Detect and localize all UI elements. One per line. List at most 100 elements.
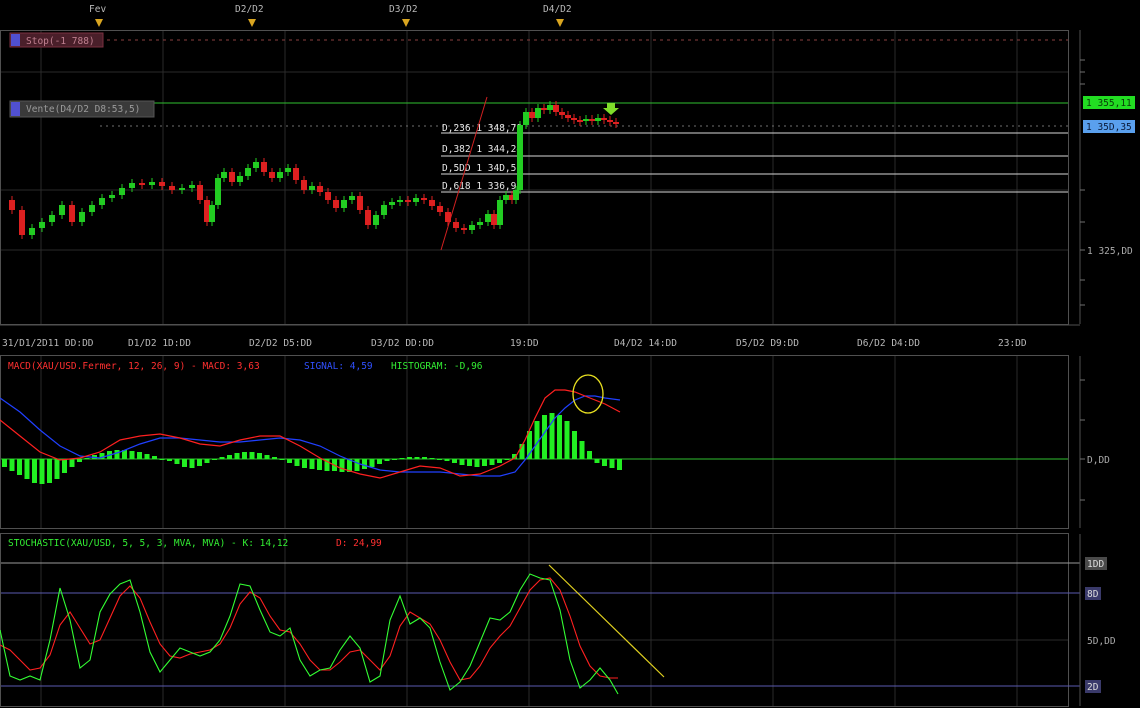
candle-body <box>373 215 379 225</box>
candle-body <box>269 172 275 178</box>
date-marker-triangle-icon[interactable] <box>248 19 256 27</box>
histogram-bar <box>182 459 187 467</box>
candle-body <box>357 196 363 210</box>
date-marker-label: D4/D2 <box>543 4 572 15</box>
date-marker-triangle-icon[interactable] <box>556 19 564 27</box>
order-handle-icon[interactable] <box>11 34 20 46</box>
candle-body <box>571 118 577 120</box>
histogram-bar <box>444 459 450 461</box>
candle-body <box>437 206 443 212</box>
macd-signal-label: SIGNAL: 4,59 <box>304 361 373 372</box>
candle-body <box>461 228 467 230</box>
candle-body <box>229 172 235 182</box>
histogram-bar <box>159 459 165 460</box>
macd-panel[interactable]: MACD(XAU/USD.Fermer, 12, 26, 9) - MACD: … <box>0 355 1110 529</box>
candle-body <box>197 185 203 200</box>
date-marker-strip: Fev D2/D2 D3/D2 D4/D2 <box>89 4 572 27</box>
histogram-bar <box>197 459 202 466</box>
histogram-bar <box>32 459 37 483</box>
stochastic-panel-frame <box>0 533 1069 707</box>
candle-body <box>69 205 75 222</box>
candle-body <box>189 185 195 188</box>
histogram-bar <box>354 459 360 471</box>
histogram-bar <box>369 459 375 467</box>
histogram-bar <box>294 459 300 466</box>
price-axis[interactable]: 1 355,11 1 35D,35 1 325,DD <box>1080 59 1135 306</box>
candle-body <box>89 205 95 212</box>
histogram-bar <box>272 457 277 459</box>
histogram-bar <box>249 452 255 459</box>
candle-body <box>547 105 553 110</box>
histogram-bar <box>279 459 285 460</box>
histogram-bar <box>257 453 262 459</box>
candle-body <box>277 172 283 178</box>
histogram-bar <box>399 458 405 459</box>
candle-body <box>445 212 451 222</box>
candle-body <box>583 119 589 121</box>
histogram-bar <box>467 459 472 466</box>
histogram-bar <box>39 459 45 484</box>
candle-body <box>553 105 559 112</box>
histogram-bar <box>77 459 82 462</box>
histogram-bar <box>407 457 412 459</box>
fib-level-label: D,618 1 336,9D <box>442 181 522 192</box>
histogram-bar <box>264 455 270 459</box>
candle-body <box>159 182 165 186</box>
candle-body <box>613 122 619 124</box>
histogram-bar <box>362 459 367 469</box>
candle-body <box>413 198 419 202</box>
order-handle-icon[interactable] <box>11 102 20 116</box>
date-marker-triangle-icon[interactable] <box>402 19 410 27</box>
candle-body <box>9 200 15 210</box>
candle-body <box>79 212 85 222</box>
fib-level-label: D,382 1 344,24 <box>442 144 522 155</box>
candle-body <box>601 118 607 120</box>
candle-body <box>503 195 509 200</box>
histogram-bar <box>129 451 135 459</box>
histogram-bar <box>219 457 225 459</box>
histogram-bar <box>174 459 180 464</box>
stop-order-tag[interactable]: Stop(-1 788) <box>9 32 104 48</box>
histogram-bar <box>594 459 600 463</box>
histogram-bar <box>317 459 322 470</box>
candle-body <box>109 195 115 198</box>
date-marker-label: D3/D2 <box>389 4 418 15</box>
histogram-bar <box>227 455 232 459</box>
histogram-bar <box>609 459 615 468</box>
candle-body <box>301 180 307 190</box>
histogram-bar <box>489 459 495 465</box>
fib-level-label: D,236 1 348,78 <box>442 123 522 134</box>
candle-body <box>559 112 565 115</box>
stochastic-level-label: 5D,DD <box>1087 636 1116 647</box>
current-price-label: 1 355,11 <box>1086 98 1132 109</box>
price-panel[interactable]: Stop(-1 788) Vente(D4/D2 D8:53,5) D,236 … <box>0 30 1081 325</box>
sell-order-tag[interactable]: Vente(D4/D2 D8:53,5) <box>9 100 155 118</box>
stop-order-label: Stop(-1 788) <box>26 36 95 47</box>
histogram-bar <box>69 459 75 467</box>
trading-chart[interactable]: Fev D2/D2 D3/D2 D4/D2 Stop(-1 788) Vente… <box>0 0 1140 708</box>
stochastic-panel[interactable]: STOCHASTIC(XAU/USD, 5, 5, 3, MVA, MVA) -… <box>0 533 1116 707</box>
histogram-bar <box>84 458 90 459</box>
candle-body <box>169 186 175 190</box>
histogram-bar <box>309 459 315 469</box>
time-axis[interactable]: 31/D1/2D11 DD:DD D1/D2 1D:DD D2/D2 D5:DD… <box>0 324 1080 349</box>
time-axis-label: D1/D2 1D:DD <box>128 338 191 349</box>
candle-body <box>349 196 355 200</box>
candle-body <box>577 120 583 122</box>
macd-title: MACD(XAU/USD.Fermer, 12, 26, 9) - MACD: … <box>8 361 260 372</box>
candle-body <box>497 200 503 225</box>
date-marker-label: D2/D2 <box>235 4 264 15</box>
stochastic-level-label: 1DD <box>1087 559 1104 570</box>
candle-body <box>119 188 125 195</box>
histogram-bar <box>204 459 210 463</box>
candle-body <box>523 112 529 125</box>
date-marker-triangle-icon[interactable] <box>95 19 103 27</box>
candle-body <box>595 118 601 121</box>
candle-body <box>285 168 291 172</box>
price-level-label: 1 325,DD <box>1087 246 1133 257</box>
candle-body <box>333 200 339 208</box>
histogram-bar <box>167 459 172 461</box>
histogram-bar <box>17 459 22 475</box>
candle-body <box>261 162 267 172</box>
candle-body <box>405 200 411 202</box>
